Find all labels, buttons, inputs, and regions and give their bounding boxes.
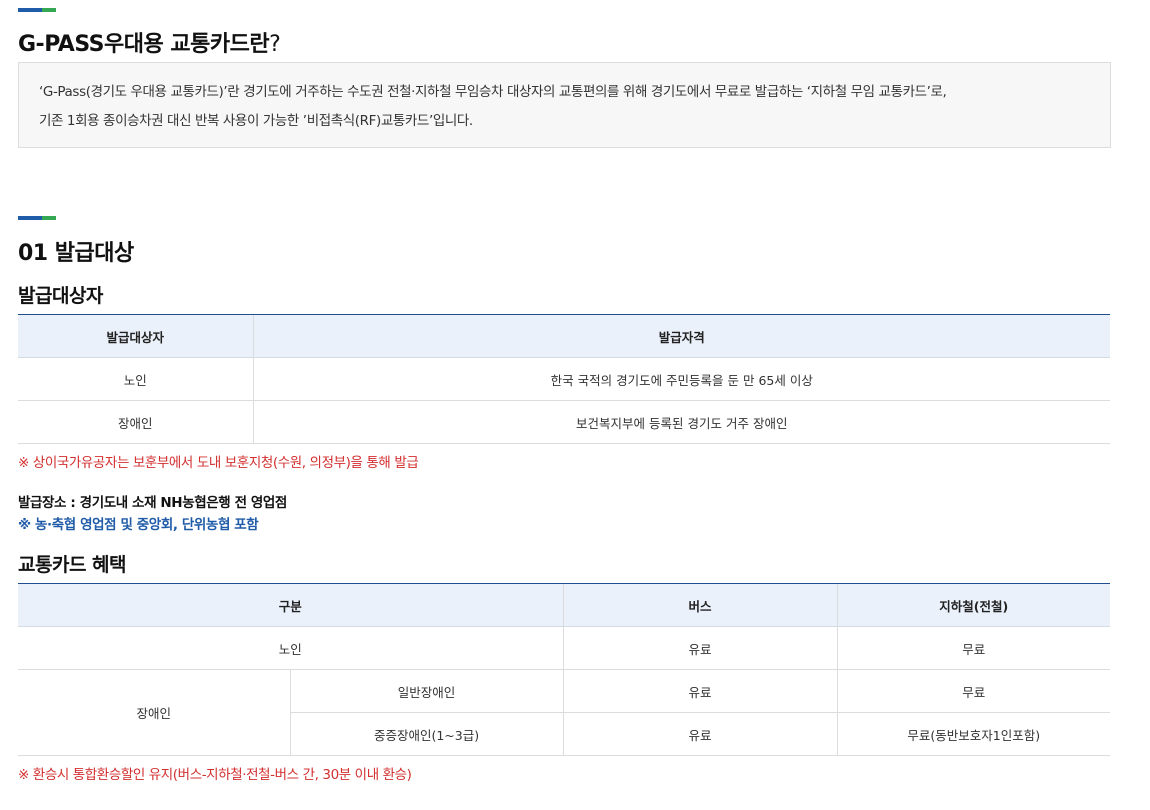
intro-body-line2: 기존 1회용 종이승차권 대신 반복 사용이 가능한 ’비접촉식(RF)교통카드… [39,113,473,129]
section-accent-bar [18,216,56,220]
issue-place-text: 발급장소 : 경기도내 소재 NH농협은행 전 영업점 [18,495,287,511]
subcategory-cell: 중증장애인(1~3급) [289,712,564,756]
table-row: 노인 유료 무료 [18,626,1110,670]
subcategory-cell: 일반장애인 [289,669,564,713]
benefits-table: 구분 버스 지하철(전철) 노인 유료 무료 장애인 일반장애인 유료 무료 중… [18,583,1110,756]
column-header-category: 구분 [18,583,564,627]
column-header-bus: 버스 [562,583,838,627]
veteran-note: ※ 상이국가유공자는 보훈부에서 도내 보훈지청(수원, 의정부)을 통해 발급 [18,455,419,471]
category-cell: 장애인 [18,669,291,756]
benefits-subtitle: 교통카드 혜택 [18,554,127,576]
subway-cell: 무료 [836,626,1110,670]
intro-title-mark: ? [269,32,281,57]
category-cell: 노인 [18,626,564,670]
qualification-cell: 보건복지부에 등록된 경기도 거주 장애인 [252,400,1110,444]
bus-cell: 유료 [562,669,838,713]
bus-cell: 유료 [562,626,838,670]
column-header-target: 발급대상자 [18,314,253,358]
table-row: 노인 한국 국적의 경기도에 주민등록을 둔 만 65세 이상 [18,357,1110,401]
eligibility-subtitle: 발급대상자 [18,285,103,307]
intro-title: G-PASS우대용 교통카드란? [18,26,281,58]
column-header-subway: 지하철(전철) [836,583,1110,627]
section-01-title: 01 발급대상 [18,241,134,266]
subway-cell: 무료 [836,669,1110,713]
eligibility-table: 발급대상자 발급자격 노인 한국 국적의 경기도에 주민등록을 둔 만 65세 … [18,314,1110,444]
table-row: 장애인 보건복지부에 등록된 경기도 거주 장애인 [18,400,1110,444]
transfer-note: ※ 환승시 통합환승할인 유지(버스-지하철·전철-버스 간, 30분 이내 환… [18,767,412,783]
target-cell: 노인 [18,357,253,401]
column-header-qualification: 발급자격 [252,314,1110,358]
subway-cell: 무료(동반보호자1인포함) [836,712,1110,756]
intro-body-line1: ‘G-Pass(경기도 우대용 교통카드)’란 경기도에 거주하는 수도권 전철… [39,84,947,100]
table-header-row: 구분 버스 지하철(전철) [18,583,1110,627]
target-cell: 장애인 [18,400,253,444]
issue-place-note: ※ 농·축협 영업점 및 중앙회, 단위농협 포함 [18,517,259,533]
intro-title-text: G-PASS우대용 교통카드란 [18,32,270,57]
bus-cell: 유료 [562,712,838,756]
table-header-row: 발급대상자 발급자격 [18,314,1110,358]
section-accent-bar [18,8,56,12]
table-row: 장애인 일반장애인 유료 무료 [18,669,1110,756]
qualification-cell: 한국 국적의 경기도에 주민등록을 둔 만 65세 이상 [252,357,1110,401]
intro-description-box: ‘G-Pass(경기도 우대용 교통카드)’란 경기도에 거주하는 수도권 전철… [18,62,1111,148]
